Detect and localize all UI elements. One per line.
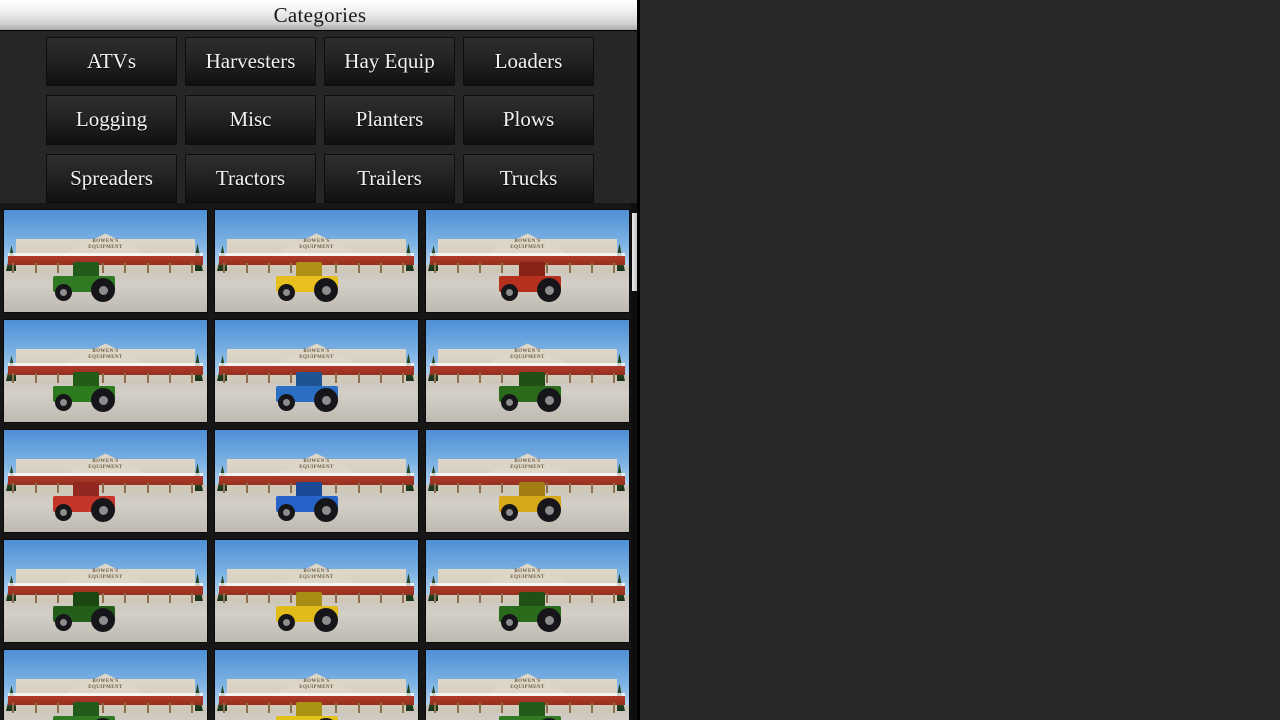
- equipment-thumbnail[interactable]: BOWEN'S EQUIPMENT: [214, 429, 419, 533]
- equipment-thumbnail[interactable]: BOWEN'S EQUIPMENT: [3, 319, 208, 423]
- equipment-thumbnail[interactable]: BOWEN'S EQUIPMENT: [425, 539, 630, 643]
- customization-panel: Customization Tractor Money: $102,600 Wh…: [640, 0, 1280, 720]
- equipment-thumbnail[interactable]: BOWEN'S EQUIPMENT: [214, 209, 419, 313]
- category-button-atvs[interactable]: ATVs: [46, 37, 177, 87]
- category-button-tractors[interactable]: Tractors: [185, 153, 316, 203]
- equipment-thumbnail[interactable]: BOWEN'S EQUIPMENT: [425, 319, 630, 423]
- equipment-shop-screen: Categories ATVs Harvesters Hay Equip Loa…: [0, 0, 1280, 720]
- equipment-thumbnail[interactable]: BOWEN'S EQUIPMENT: [3, 209, 208, 313]
- category-button-trucks[interactable]: Trucks: [463, 153, 594, 203]
- equipment-thumbnail[interactable]: BOWEN'S EQUIPMENT: [214, 649, 419, 720]
- categories-panel: Categories ATVs Harvesters Hay Equip Loa…: [0, 0, 640, 720]
- categories-title-bar: Categories: [0, 0, 640, 31]
- equipment-thumbnail[interactable]: BOWEN'S EQUIPMENT: [425, 649, 630, 720]
- category-button-trailers[interactable]: Trailers: [324, 153, 455, 203]
- category-button-grid: ATVs Harvesters Hay Equip Loaders Loggin…: [0, 31, 640, 203]
- category-button-logging[interactable]: Logging: [46, 95, 177, 145]
- category-button-misc[interactable]: Misc: [185, 95, 316, 145]
- equipment-thumbnail-area: BOWEN'S EQUIPMENT BOWEN'S EQUIPMENT BOWEN'S E…: [0, 203, 640, 720]
- equipment-thumbnail[interactable]: BOWEN'S EQUIPMENT: [3, 649, 208, 720]
- equipment-thumbnail[interactable]: BOWEN'S EQUIPMENT: [214, 539, 419, 643]
- category-button-planters[interactable]: Planters: [324, 95, 455, 145]
- equipment-thumbnail[interactable]: BOWEN'S EQUIPMENT: [3, 539, 208, 643]
- category-button-spreaders[interactable]: Spreaders: [46, 153, 177, 203]
- equipment-thumbnail[interactable]: BOWEN'S EQUIPMENT: [425, 429, 630, 533]
- category-button-harvesters[interactable]: Harvesters: [185, 37, 316, 87]
- equipment-thumbnail[interactable]: BOWEN'S EQUIPMENT: [214, 319, 419, 423]
- equipment-thumbnail[interactable]: BOWEN'S EQUIPMENT: [3, 429, 208, 533]
- category-button-loaders[interactable]: Loaders: [463, 37, 594, 87]
- equipment-thumbnail[interactable]: BOWEN'S EQUIPMENT: [425, 209, 630, 313]
- equipment-thumbnail-grid: BOWEN'S EQUIPMENT BOWEN'S EQUIPMENT BOWEN'S E…: [3, 209, 630, 720]
- page-title: Categories: [273, 2, 367, 27]
- category-button-plows[interactable]: Plows: [463, 95, 594, 145]
- category-button-hay-equip[interactable]: Hay Equip: [324, 37, 455, 87]
